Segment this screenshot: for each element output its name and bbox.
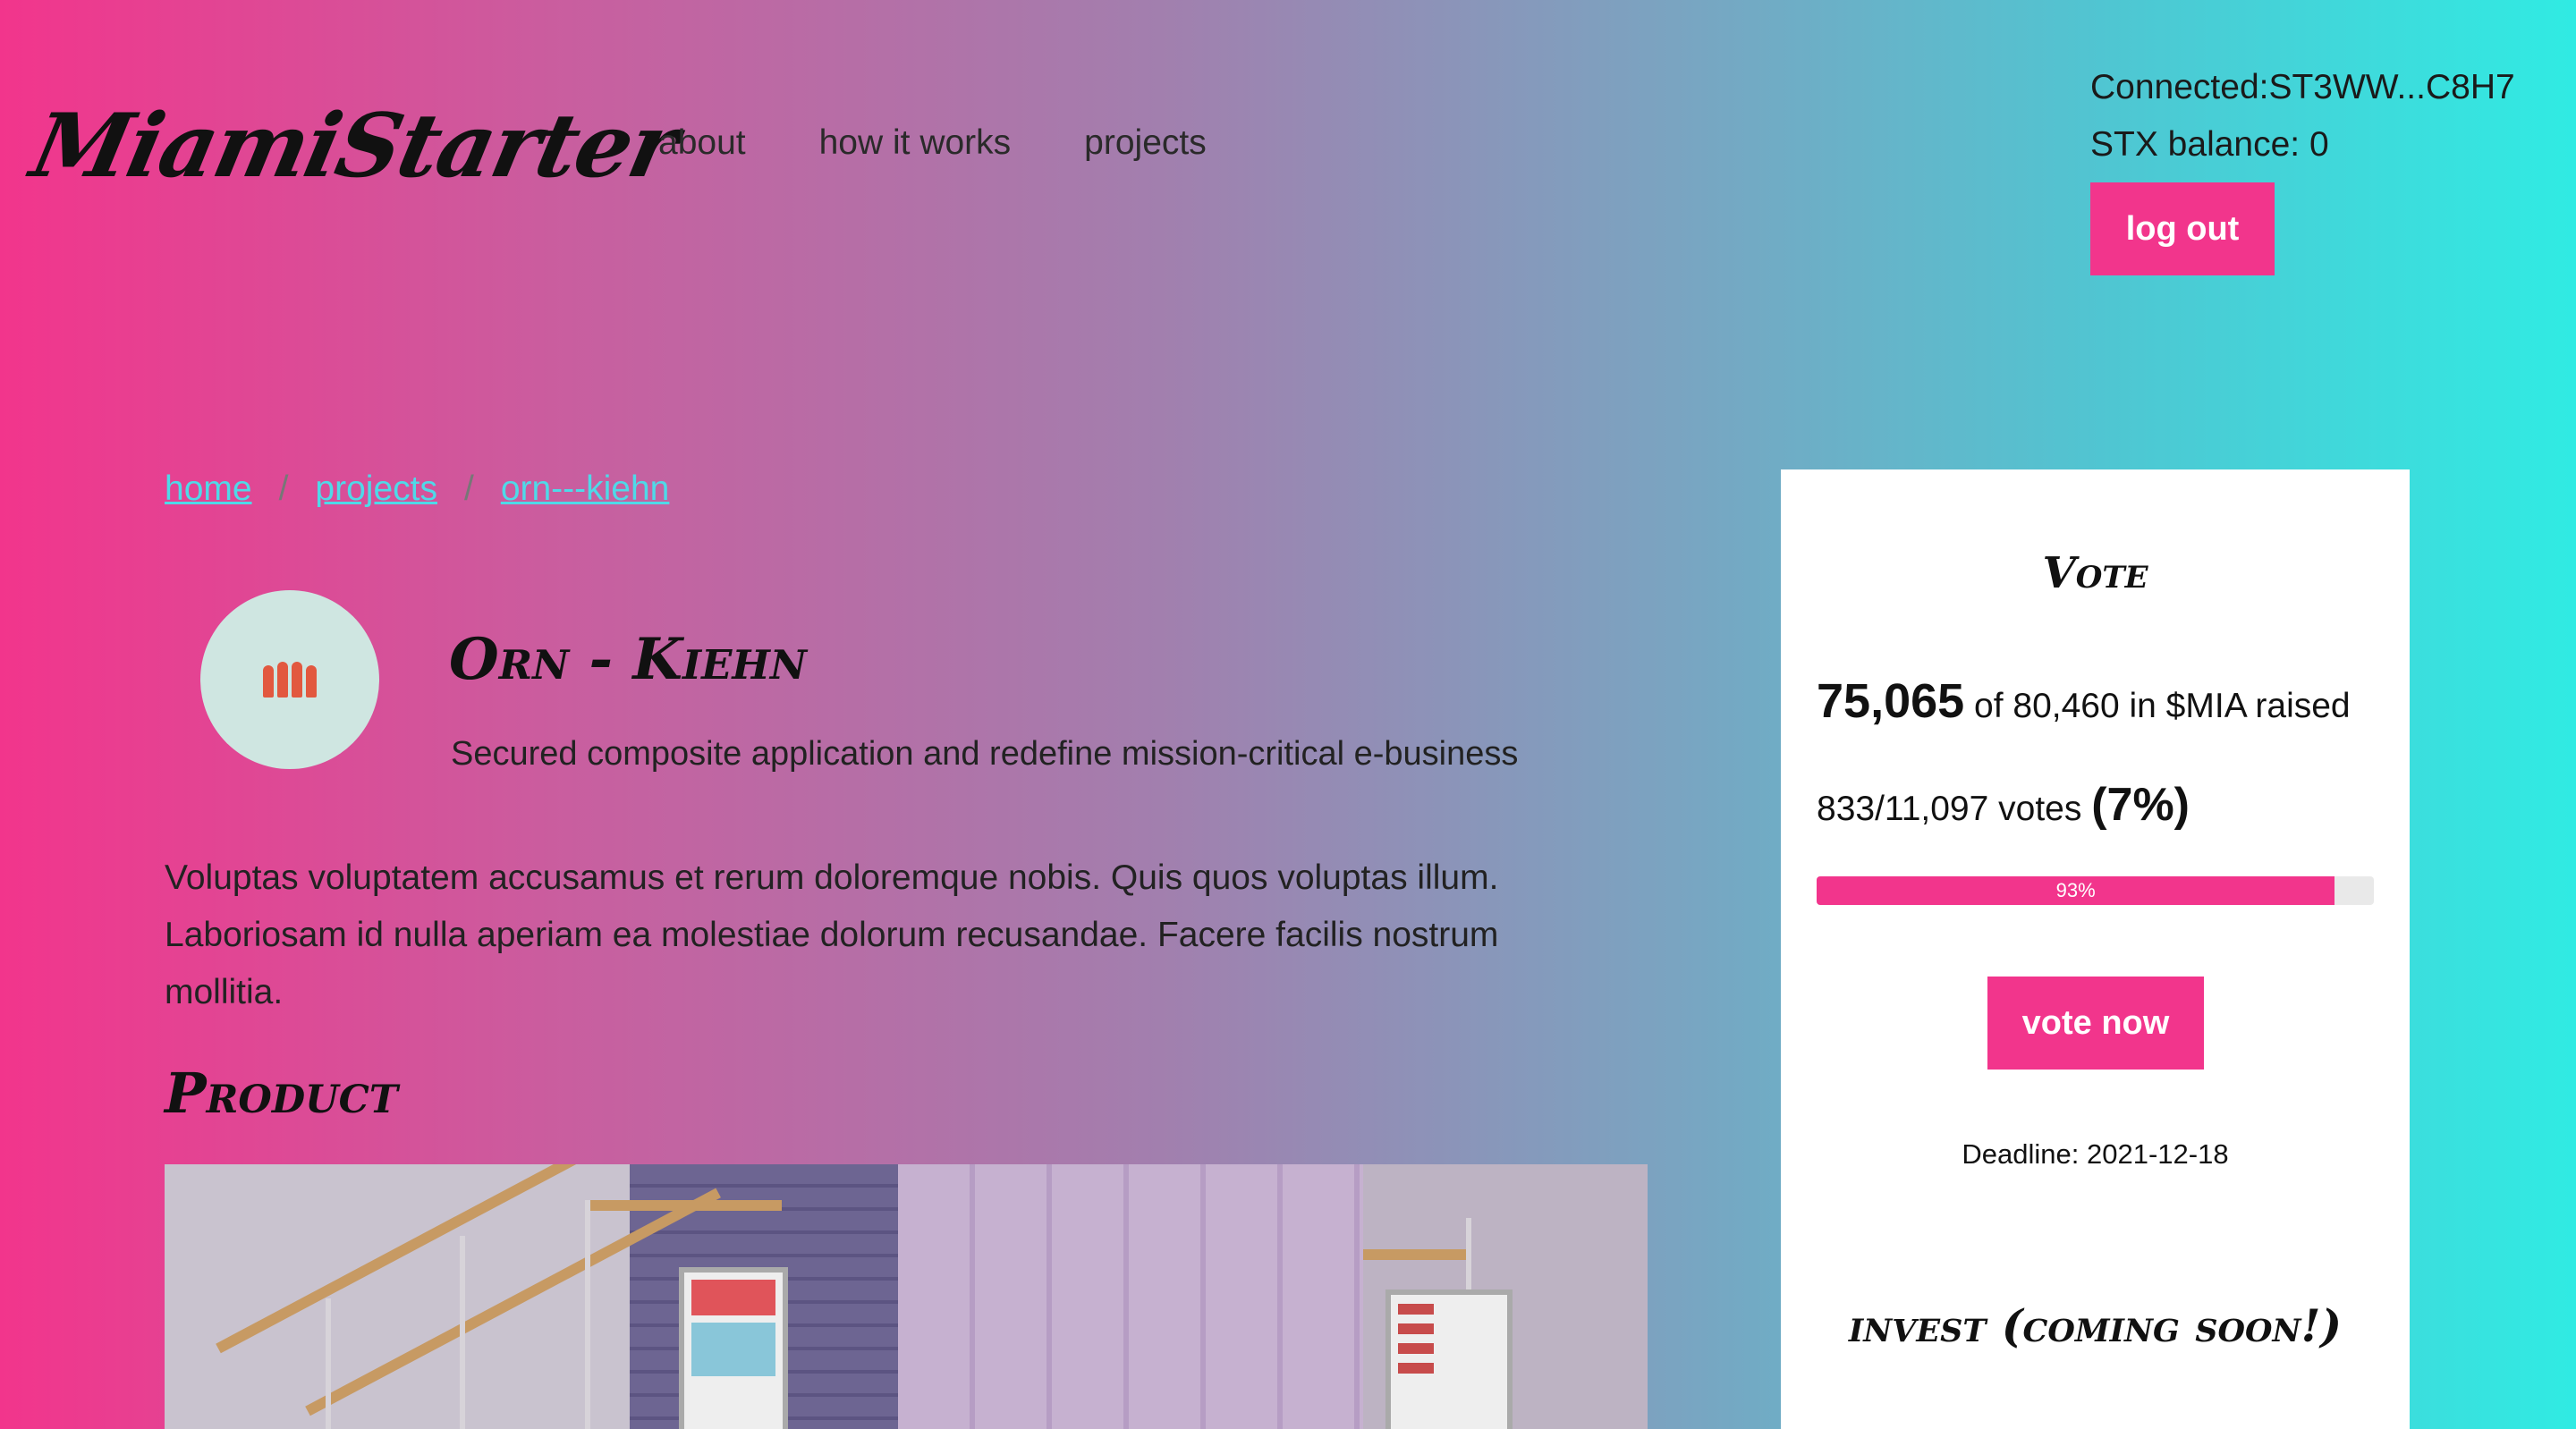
raised-text: of 80,460 in $MIA raised [1974, 687, 2351, 725]
raised-summary: 75,065 of 80,460 in $MIA raised [1817, 673, 2351, 729]
vote-heading: Vote [2042, 548, 2148, 598]
breadcrumb-separator: / [278, 469, 289, 508]
vote-progress-fill: 93% [1817, 876, 2335, 905]
bowling-pins-icon [263, 662, 317, 698]
product-heading: Product [165, 1061, 398, 1126]
project-subtitle: Secured composite application and redefi… [451, 735, 1519, 773]
breadcrumb-separator: / [463, 469, 474, 508]
logout-button[interactable]: log out [2090, 182, 2275, 275]
votes-percent: (7%) [2091, 779, 2190, 831]
vote-now-button[interactable]: vote now [1987, 977, 2204, 1070]
invest-heading: invest (coming soon!) [1848, 1299, 2343, 1352]
project-avatar [200, 590, 379, 769]
votes-count: 833/11,097 votes [1817, 790, 2082, 828]
stx-balance: STX balance: 0 [2090, 125, 2329, 164]
breadcrumb-current[interactable]: orn---kiehn [501, 469, 670, 509]
main-nav: about how it works projects [658, 123, 1207, 163]
vote-panel: Vote 75,065 of 80,460 in $MIA raised 833… [1781, 469, 2410, 1429]
nav-about[interactable]: about [658, 123, 746, 163]
breadcrumb-home[interactable]: home [165, 469, 252, 509]
nav-how-it-works[interactable]: how it works [819, 123, 1012, 163]
raised-amount: 75,065 [1817, 674, 1965, 728]
project-description: Voluptas voluptatem accusamus et rerum d… [165, 858, 1499, 1011]
product-image [165, 1164, 1648, 1429]
nav-projects[interactable]: projects [1084, 123, 1207, 163]
beach-sign-2 [1385, 1289, 1513, 1429]
vote-progress-bar: 93% [1817, 876, 2374, 905]
votes-summary: 833/11,097 votes (7%) [1817, 778, 2190, 832]
project-title: Orn - Kiehn [449, 626, 808, 693]
site-logo[interactable]: MiamiStarter [23, 95, 686, 198]
breadcrumb: home / projects / orn---kiehn [165, 469, 669, 509]
connected-address: Connected:ST3WW...C8H7 [2090, 68, 2515, 106]
beach-sign-1 [679, 1267, 788, 1429]
breadcrumb-projects[interactable]: projects [315, 469, 437, 509]
account-info: Connected:ST3WW...C8H7 STX balance: 0 lo… [2090, 59, 2515, 275]
deadline: Deadline: 2021-12-18 [1962, 1138, 2229, 1170]
